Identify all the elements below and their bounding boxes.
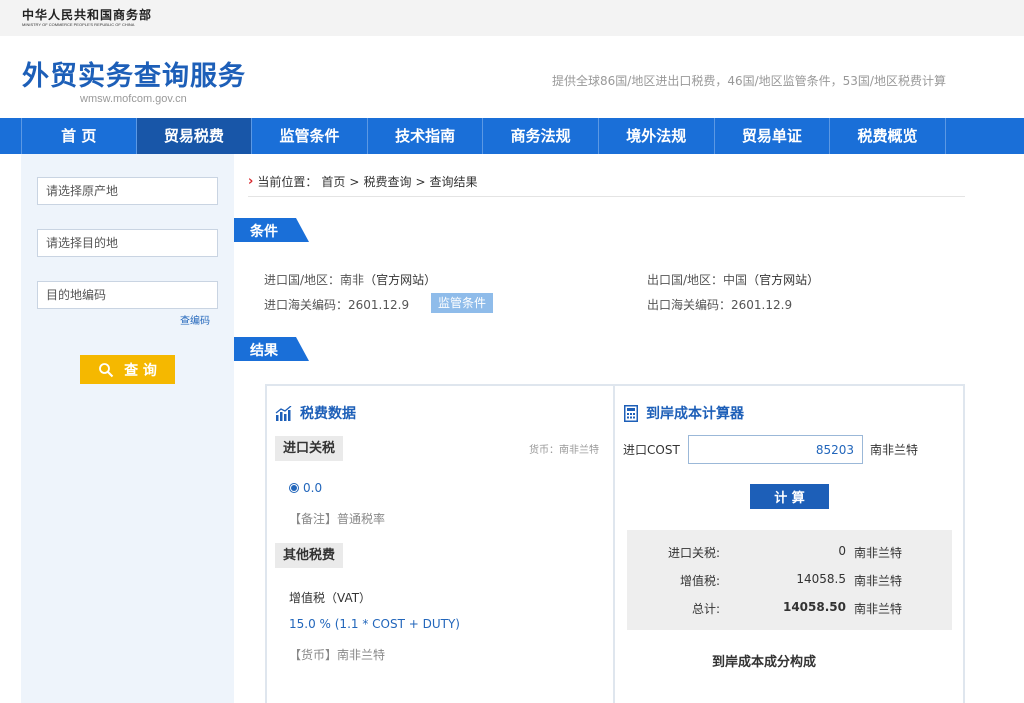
duty-note: 【备注】普通税率 bbox=[289, 512, 386, 526]
chevron-right-icon: › bbox=[248, 174, 254, 189]
export-code-value: 2601.12.9 bbox=[731, 298, 793, 312]
cost-input[interactable] bbox=[688, 435, 863, 464]
radio-selected-icon[interactable] bbox=[289, 483, 299, 493]
breadcrumb-separator: > bbox=[415, 174, 426, 189]
vat-result-unit: 南非兰特 bbox=[854, 574, 903, 588]
export-official-site-link[interactable]: （官方网站） bbox=[747, 273, 819, 287]
results-section-tab: 结果 bbox=[234, 337, 309, 361]
nav-item-commerce-law[interactable]: 商务法规 bbox=[483, 118, 599, 154]
search-icon bbox=[99, 362, 114, 377]
export-country-label: 出口国/地区： bbox=[647, 273, 724, 287]
results-section-title: 结果 bbox=[250, 343, 278, 359]
vat-result-label: 增值税: bbox=[679, 574, 720, 588]
query-button-label: 查 询 bbox=[124, 362, 157, 379]
duty-rate-option[interactable]: 0.0 bbox=[289, 481, 322, 495]
other-taxes-label: 其他税费 bbox=[275, 543, 344, 568]
nav-item-regulatory[interactable]: 监管条件 bbox=[252, 118, 368, 154]
duty-rate-value: 0.0 bbox=[303, 481, 323, 495]
query-sidebar: 查编码 查 询 bbox=[21, 154, 234, 703]
conditions-section-title: 条件 bbox=[250, 224, 278, 240]
import-duty-label: 进口关税 bbox=[275, 436, 344, 461]
calculator-title-text: 到岸成本计算器 bbox=[646, 406, 744, 422]
calculate-button[interactable]: 计 算 bbox=[750, 484, 829, 509]
export-country-value: 中国 bbox=[723, 273, 748, 287]
chart-trend-icon bbox=[275, 405, 292, 421]
cost-label: 进口COST bbox=[623, 443, 680, 457]
nav-item-tax-overview[interactable]: 税费概览 bbox=[830, 118, 946, 154]
duty-result-row: 进口关税: 0 南非兰特 bbox=[627, 544, 952, 564]
results-divider bbox=[613, 384, 615, 703]
breadcrumb-divider bbox=[248, 196, 965, 197]
total-result-row: 总计: 14058.50 南非兰特 bbox=[627, 600, 952, 620]
cost-unit: 南非兰特 bbox=[870, 443, 919, 457]
vat-label: 增值税（VAT） bbox=[289, 591, 372, 605]
calculator-icon bbox=[624, 404, 638, 422]
duty-result-value: 0 bbox=[838, 544, 846, 558]
calculator-title: 到岸成本计算器 bbox=[624, 403, 744, 423]
site-slogan: 提供全球86国/地区进出口税费，46国/地区监管条件，53国/地区税费计算 bbox=[552, 74, 946, 88]
destination-code-input[interactable] bbox=[37, 281, 218, 309]
total-result-value: 14058.50 bbox=[782, 600, 846, 614]
site-title[interactable]: 外贸实务查询服务 bbox=[22, 54, 246, 93]
breadcrumb-home[interactable]: 首页 bbox=[321, 173, 345, 190]
site-domain: wmsw.mofcom.gov.cn bbox=[80, 93, 187, 105]
nav-item-trade-tax[interactable]: 贸易税费 bbox=[136, 118, 253, 154]
export-code-line: 出口海关编码：2601.12.9 bbox=[647, 296, 792, 313]
ministry-name: 中华人民共和国商务部 bbox=[22, 8, 153, 22]
vat-currency-note: 【货币】南非兰特 bbox=[289, 648, 386, 662]
breadcrumb-current: 查询结果 bbox=[429, 175, 478, 189]
regulatory-conditions-button[interactable]: 监管条件 bbox=[431, 293, 493, 313]
duty-result-label: 进口关税: bbox=[667, 546, 720, 560]
vat-result-row: 增值税: 14058.5 南非兰特 bbox=[627, 572, 952, 592]
query-button[interactable]: 查 询 bbox=[80, 355, 175, 384]
duty-result-unit: 南非兰特 bbox=[854, 546, 903, 560]
top-bar: 中华人民共和国商务部 MINISTRY OF COMMERCE PEOPLE'S… bbox=[0, 0, 1024, 36]
conditions-section-tab: 条件 bbox=[234, 218, 309, 242]
nav-item-tech-guide[interactable]: 技术指南 bbox=[368, 118, 484, 154]
breadcrumb-separator: > bbox=[349, 174, 360, 189]
nav-item-foreign-law[interactable]: 境外法规 bbox=[599, 118, 715, 154]
import-code-value: 2601.12.9 bbox=[348, 298, 410, 312]
calculation-results: 进口关税: 0 南非兰特 增值税: 14058.5 南非兰特 总计: 14058… bbox=[627, 530, 952, 630]
lookup-code-link[interactable]: 查编码 bbox=[180, 312, 210, 327]
export-code-label: 出口海关编码： bbox=[647, 298, 732, 312]
export-country-line: 出口国/地区：中国（官方网站） bbox=[647, 271, 819, 288]
import-country-value: 南非 bbox=[340, 273, 365, 287]
vat-result-value: 14058.5 bbox=[796, 572, 846, 586]
nav-item-trade-docs[interactable]: 贸易单证 bbox=[715, 118, 831, 154]
tax-data-title: 税费数据 bbox=[275, 403, 356, 423]
vat-formula: 15.0 % (1.1 * COST + DUTY) bbox=[289, 617, 460, 631]
total-result-label: 总计: bbox=[691, 602, 720, 616]
import-code-label: 进口海关编码： bbox=[264, 298, 349, 312]
breadcrumb-prefix: 当前位置： bbox=[257, 175, 318, 189]
breadcrumb: › 当前位置： 首页 > 税费查询 > 查询结果 bbox=[248, 173, 478, 190]
destination-select[interactable] bbox=[37, 229, 218, 257]
ministry-name-en: MINISTRY OF COMMERCE PEOPLE'S REPUBLIC O… bbox=[22, 22, 135, 27]
import-country-line: 进口国/地区：南非（官方网站） bbox=[264, 271, 436, 288]
import-official-site-link[interactable]: （官方网站） bbox=[364, 273, 436, 287]
main-nav: 首 页 贸易税费 监管条件 技术指南 商务法规 境外法规 贸易单证 税费概览 bbox=[0, 118, 1024, 154]
tax-data-title-text: 税费数据 bbox=[300, 406, 356, 422]
nav-item-home[interactable]: 首 页 bbox=[21, 118, 137, 154]
import-country-label: 进口国/地区： bbox=[264, 273, 341, 287]
currency-note: 货币：南非兰特 bbox=[529, 445, 599, 456]
landing-cost-composition-title: 到岸成本成分构成 bbox=[712, 655, 817, 670]
total-result-unit: 南非兰特 bbox=[854, 602, 903, 616]
breadcrumb-tax-query[interactable]: 税费查询 bbox=[363, 173, 411, 190]
origin-select[interactable] bbox=[37, 177, 218, 205]
import-code-line: 进口海关编码：2601.12.9 bbox=[264, 296, 409, 313]
